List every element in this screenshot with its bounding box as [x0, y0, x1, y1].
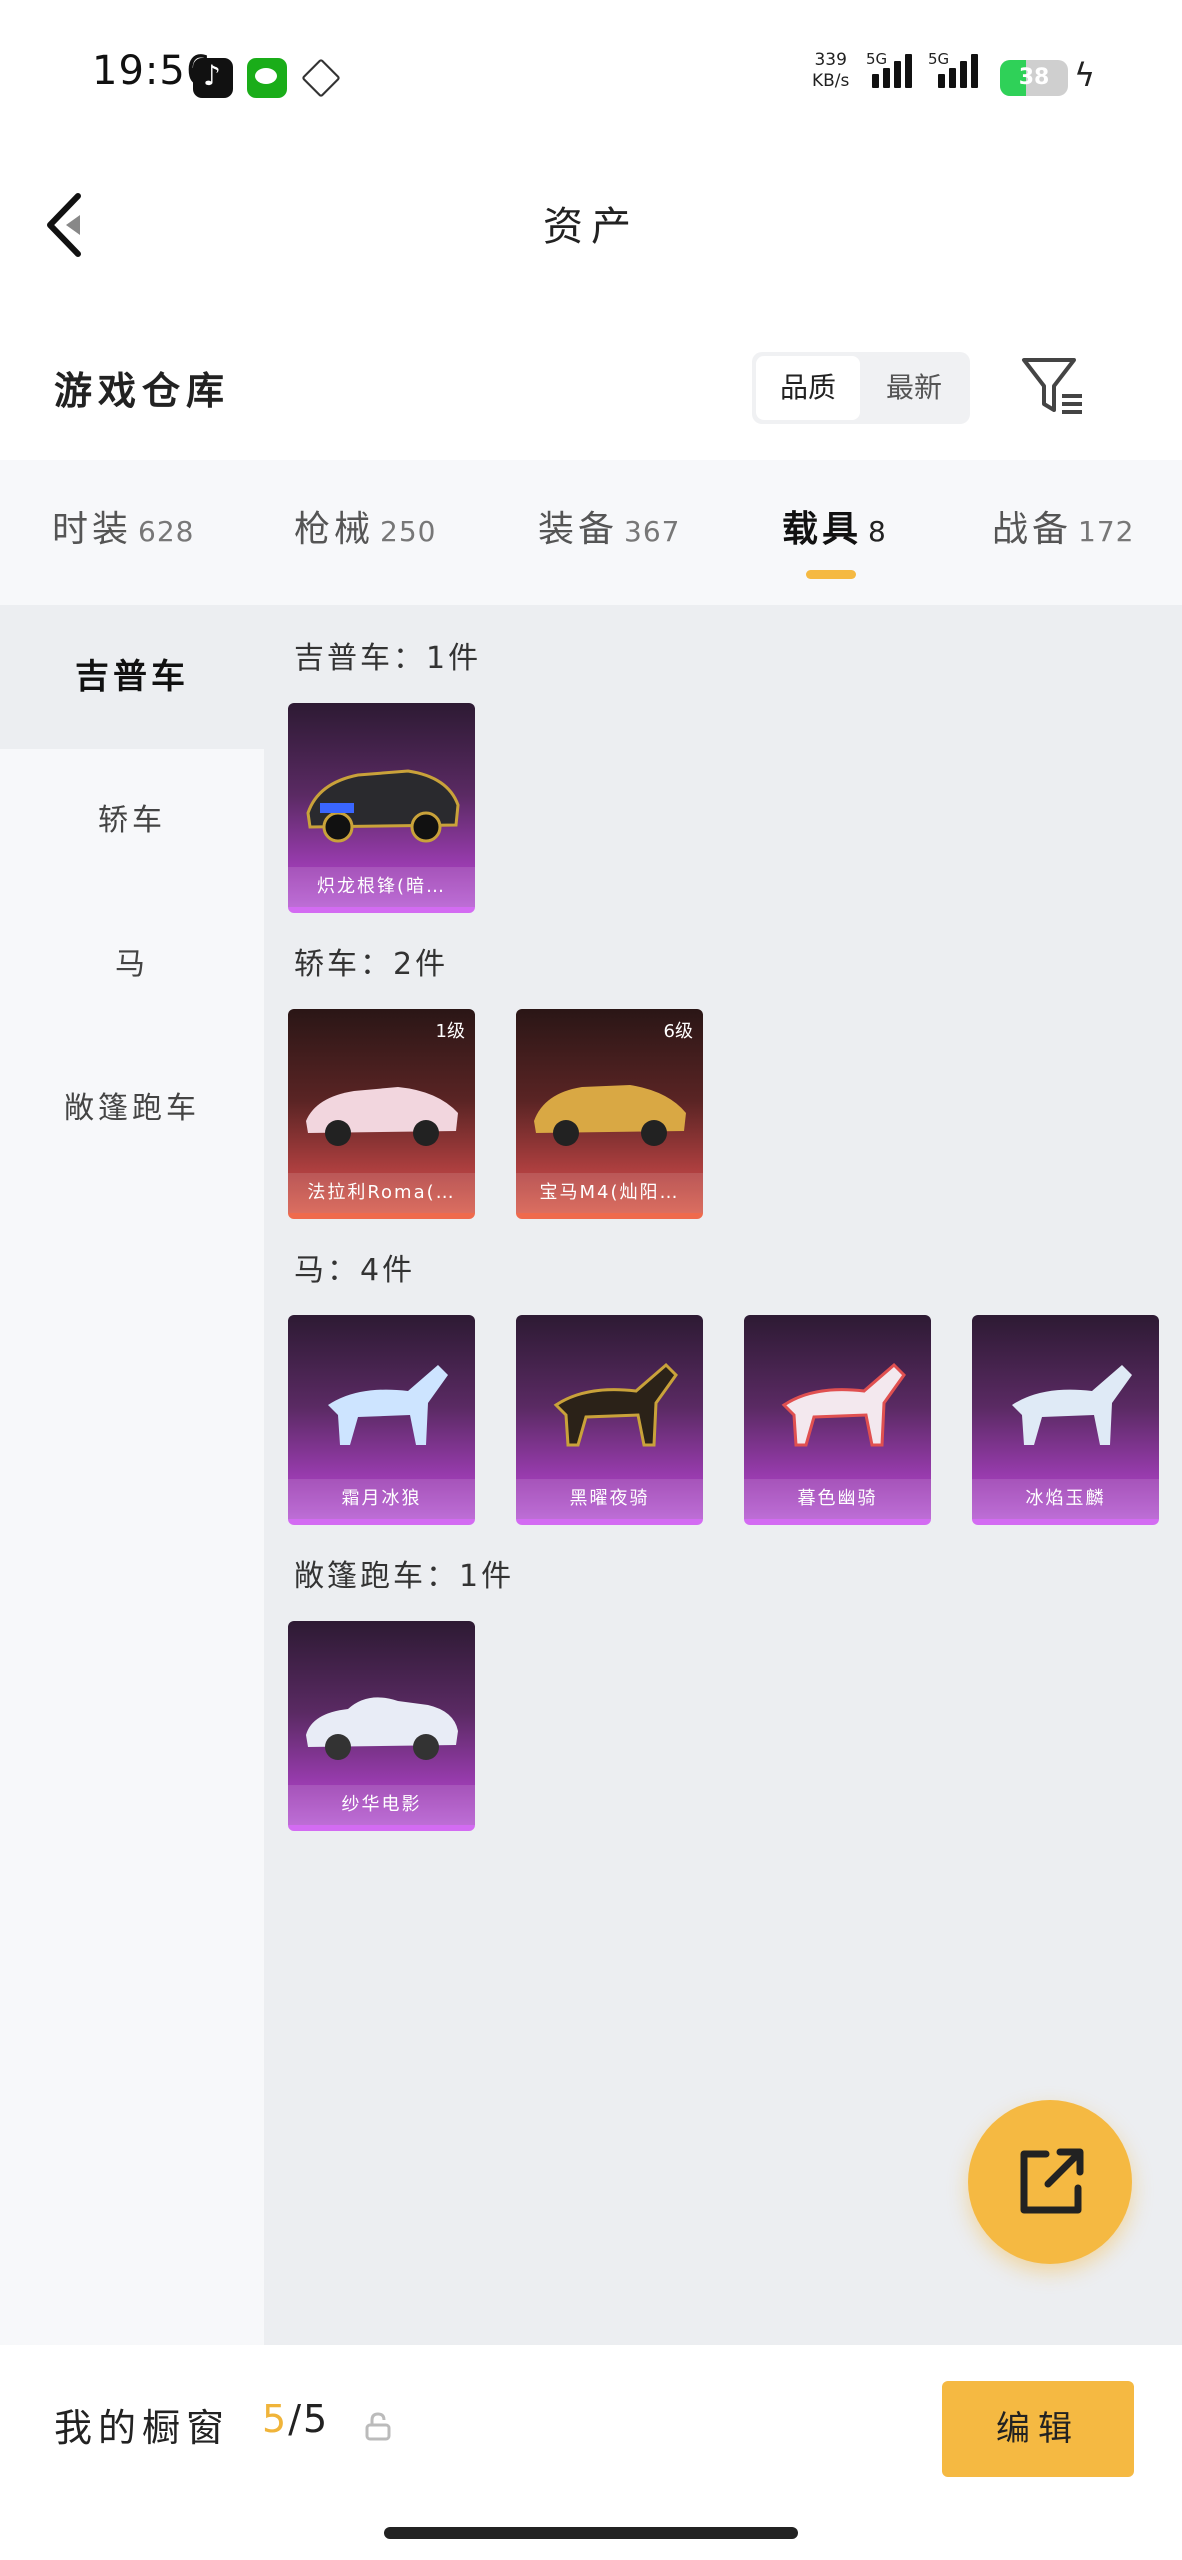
share-button[interactable] [968, 2100, 1132, 2264]
vehicle-type-sidebar: 吉普车 轿车 马 敞篷跑车 [0, 605, 264, 2345]
tab-count: 172 [1078, 515, 1135, 548]
net-speed-unit: KB/s [812, 71, 850, 91]
showcase-count-sep: / [288, 2397, 303, 2441]
jeep-image [306, 769, 460, 843]
home-indicator[interactable] [384, 2527, 798, 2539]
item-name: 霜月冰狼 [288, 1479, 475, 1519]
item-card[interactable]: 黑曜夜骑 [516, 1315, 703, 1525]
group-title-convertible: 敞篷跑车：1件 [294, 1559, 515, 1594]
tab-firearms[interactable]: 枪械 250 [294, 500, 436, 552]
tab-label: 枪械 [294, 509, 375, 550]
sidebar-item-sedan[interactable]: 轿车 [0, 749, 264, 893]
item-card[interactable]: 炽龙根锋(暗… [288, 703, 475, 913]
item-name: 宝马M4(灿阳… [516, 1173, 703, 1213]
horse-image [1012, 1365, 1132, 1445]
sedan-image [306, 1087, 458, 1146]
sidebar-item-convertible[interactable]: 敞篷跑车 [0, 1037, 264, 1181]
sidebar-item-jeep[interactable]: 吉普车 [0, 605, 264, 749]
group-title-horse: 马：4件 [294, 1253, 416, 1288]
net-speed: 339 KB/s [812, 50, 849, 92]
charging-icon: ϟ [1074, 56, 1096, 94]
horse-image [553, 1362, 678, 1447]
item-card[interactable]: 冰焰玉麟 [972, 1315, 1159, 1525]
tab-label: 战备 [992, 509, 1073, 550]
filter-button[interactable] [1020, 354, 1086, 418]
showcase-count: 5/5 [262, 2397, 329, 2441]
item-name: 纱华电影 [288, 1785, 475, 1825]
tab-count: 250 [380, 515, 437, 548]
showcase-count-current: 5 [262, 2397, 289, 2441]
tiktok-icon [193, 58, 233, 98]
item-name: 炽龙根锋(暗… [288, 867, 475, 907]
share-icon [1020, 2148, 1084, 2214]
item-name: 黑曜夜骑 [516, 1479, 703, 1519]
item-card[interactable]: 霜月冰狼 [288, 1315, 475, 1525]
showcase-label: 我的橱窗 [54, 2406, 231, 2450]
battery-level: 38 [1018, 65, 1050, 90]
tab-label: 载具 [782, 509, 863, 550]
section-header: 游戏仓库 品质 最新 [0, 330, 1182, 440]
net-speed-value: 339 [814, 50, 847, 70]
lock-icon [365, 2412, 391, 2441]
category-tabs: 时装 628 枪械 250 装备 367 载具 8 战备 172 [0, 460, 1182, 605]
sedan-image [534, 1085, 686, 1146]
horse-image [328, 1365, 448, 1445]
tab-count: 628 [138, 515, 195, 548]
tab-label: 装备 [538, 509, 619, 550]
item-name: 冰焰玉麟 [972, 1479, 1159, 1519]
tab-combat-gear[interactable]: 战备 172 [992, 500, 1134, 552]
signal-bars-1-icon [872, 54, 912, 88]
tab-vehicles[interactable]: 载具 8 [782, 500, 887, 552]
sort-option-quality[interactable]: 品质 [756, 356, 860, 420]
wechat-icon [247, 58, 287, 98]
tab-count: 8 [868, 515, 887, 548]
filter-icon [1022, 358, 1082, 414]
item-card[interactable]: 纱华电影 [288, 1621, 475, 1831]
battery-icon: 38 [1000, 60, 1068, 96]
item-card[interactable]: 暮色幽骑 [744, 1315, 931, 1525]
tab-count: 367 [624, 515, 681, 548]
edit-button[interactable]: 编辑 [942, 2381, 1134, 2477]
diamond-app-icon [301, 58, 341, 98]
item-name: 暮色幽骑 [744, 1479, 931, 1519]
sort-toggle: 品质 最新 [752, 352, 970, 424]
tab-label: 时装 [52, 509, 133, 550]
vehicle-list: 吉普车：1件 炽龙根锋(暗… 轿车：2件 1级 法拉利Roma(… 6级 宝马M… [264, 605, 1182, 2345]
page-title: 资产 [543, 204, 639, 250]
sort-option-newest[interactable]: 最新 [862, 356, 966, 420]
item-card[interactable]: 6级 宝马M4(灿阳… [516, 1009, 703, 1219]
horse-image [781, 1362, 906, 1447]
active-tab-indicator [806, 570, 856, 579]
signal-bars-2-icon [938, 54, 978, 88]
status-bar: 19:56 339 KB/s 5G 5G 38 ϟ [0, 0, 1182, 150]
section-title: 游戏仓库 [54, 369, 231, 413]
sidebar-item-horse[interactable]: 马 [0, 893, 264, 1037]
tab-fashion[interactable]: 时装 628 [52, 500, 194, 552]
group-title-jeep: 吉普车：1件 [294, 641, 482, 676]
tab-equipment[interactable]: 装备 367 [538, 500, 680, 552]
convertible-image [306, 1697, 458, 1760]
group-title-sedan: 轿车：2件 [294, 947, 449, 982]
showcase-count-total: 5 [303, 2397, 330, 2441]
top-nav: 资产 [0, 150, 1182, 290]
item-name: 法拉利Roma(… [288, 1173, 475, 1213]
showcase-bar: 我的橱窗 5/5 编辑 [0, 2345, 1182, 2560]
item-card[interactable]: 1级 法拉利Roma(… [288, 1009, 475, 1219]
